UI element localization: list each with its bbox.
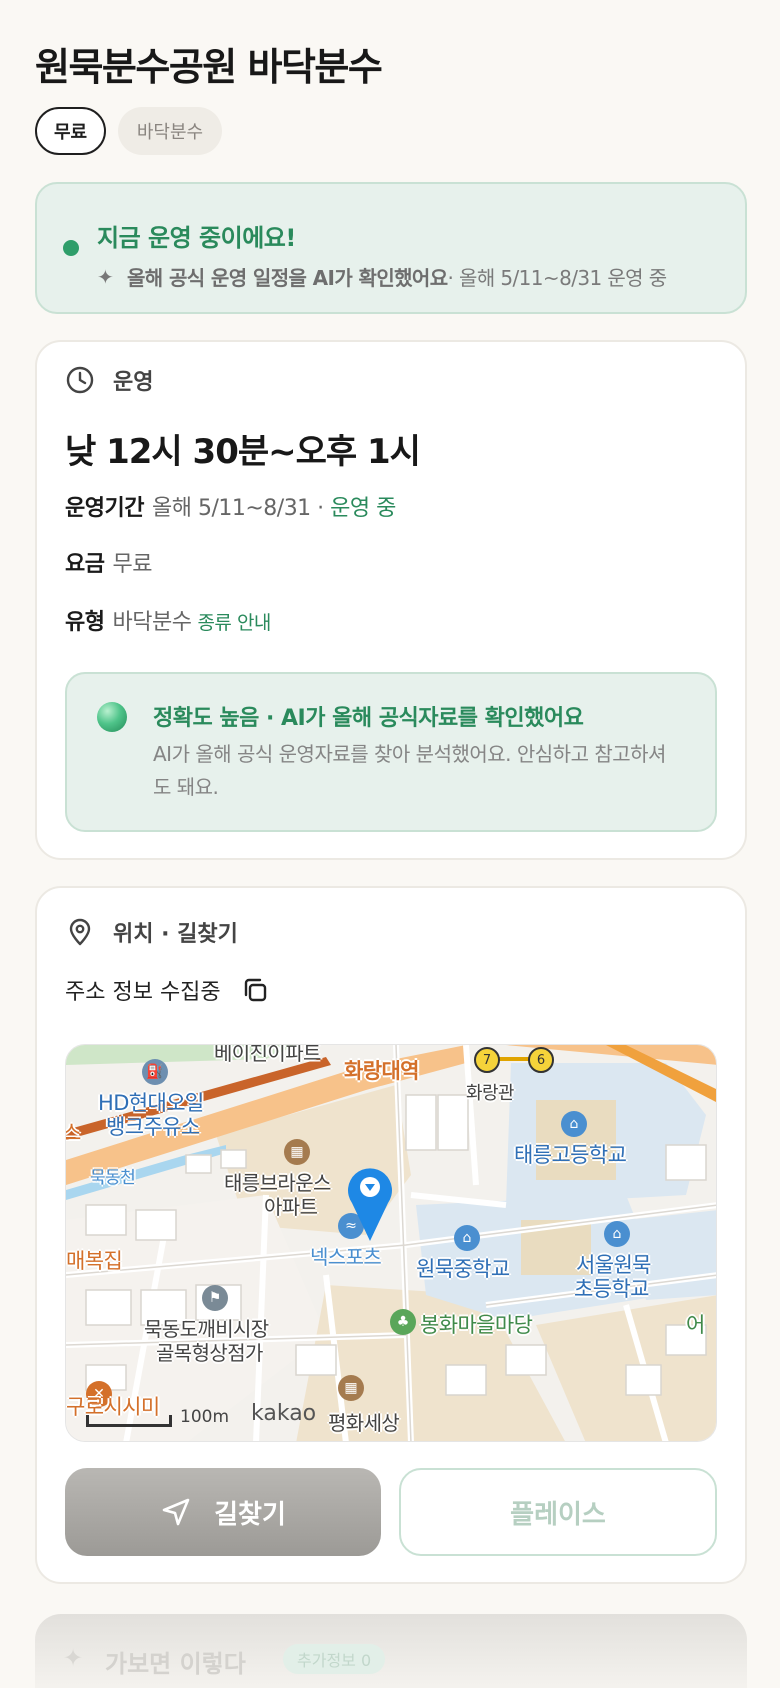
place-button[interactable]: 플레이스 <box>399 1468 717 1556</box>
map-label-hwarang: 화랑관 <box>466 1083 514 1104</box>
map-label-market2: 골목형상점가 <box>156 1341 263 1365</box>
fee-label: 요금 <box>65 552 105 577</box>
map-label-left-cut: 스 <box>66 1117 81 1147</box>
map-scale-label: 100m <box>180 1407 230 1427</box>
period-row: 운영기간 올해 5/11~8/31 · 운영 중 <box>65 490 396 522</box>
chip-type[interactable]: 바닥분수 <box>118 107 222 155</box>
type-label: 유형 <box>65 610 105 635</box>
location-card: 위치 · 길찾기 주소 정보 수집중 베이진이파트 화랑대역 화랑관 7 6 ⛽… <box>35 886 747 1584</box>
map-label-school2: 원묵중학교 <box>416 1257 510 1281</box>
ai-accuracy-title: 정확도 높음 · AI가 올해 공식자료를 확인했어요 <box>153 706 584 731</box>
subway-line-6-icon: 6 <box>528 1047 554 1073</box>
next-section-card: ✦ 가보면 이렇다 추가정보 0 <box>35 1614 747 1688</box>
period-status: 운영 중 <box>330 496 396 521</box>
chip-free[interactable]: 무료 <box>35 107 106 155</box>
next-section-title: 가보면 이렇다 <box>105 1650 246 1678</box>
status-banner: 지금 운영 중이에요! ✦ 올해 공식 운영 일정을 AI가 확인했어요 · 올… <box>35 182 747 314</box>
address-row: 주소 정보 수집중 <box>65 974 269 1006</box>
clock-icon <box>66 366 94 394</box>
type-value: 바닥분수 <box>112 610 192 635</box>
map-view[interactable]: 베이진이파트 화랑대역 화랑관 7 6 ⛽ HD현대오일 뱅크주유소 스 묵동천… <box>65 1044 717 1442</box>
sparkle-icon: ✦ <box>97 264 114 289</box>
period-label: 운영기간 <box>65 496 144 521</box>
apartment-icon: ▦ <box>284 1139 310 1165</box>
map-label-nexsports: 넥스포츠 <box>310 1245 382 1269</box>
school-icon-2: ⌂ <box>454 1225 480 1251</box>
map-label-right-cut: 어 <box>686 1313 705 1337</box>
operation-heading: 운영 <box>65 364 153 396</box>
status-subtitle: ✦ 올해 공식 운영 일정을 AI가 확인했어요 · 올해 5/11~8/31 … <box>97 262 667 291</box>
school-icon-3: ⌂ <box>604 1221 630 1247</box>
page-title: 원묵분수공원 바닥분수 <box>35 45 383 89</box>
park-tree-icon: ♣ <box>390 1309 416 1335</box>
map-label-apt2: 아파트 <box>264 1195 318 1219</box>
school-icon-1: ⌂ <box>561 1111 587 1137</box>
location-pin-icon <box>69 918 91 946</box>
ai-accuracy-box: 정확도 높음 · AI가 올해 공식자료를 확인했어요 AI가 올해 공식 운영… <box>65 672 717 832</box>
location-heading-label: 위치 · 길찾기 <box>113 922 238 947</box>
ai-accuracy-desc: AI가 올해 공식 운영자료를 찾아 분석했어요. 안심하고 참고하셔도 돼요. <box>153 742 666 799</box>
copy-icon[interactable] <box>241 976 269 1004</box>
next-section-badge: 추가정보 0 <box>283 1644 386 1674</box>
period-value: 올해 5/11~8/31 · <box>151 496 331 521</box>
operation-heading-label: 운영 <box>113 370 154 395</box>
status-sub-bold: 올해 공식 운영 일정을 AI가 확인했어요 <box>127 266 448 290</box>
gas-station-icon: ⛽ <box>142 1059 168 1085</box>
map-label-school3b: 초등학교 <box>574 1277 649 1301</box>
ai-orb-icon <box>97 702 127 732</box>
status-dot <box>63 240 79 256</box>
subway-line-7-icon: 7 <box>474 1047 500 1073</box>
map-label-maebok: 매복집 <box>66 1249 123 1273</box>
operation-card: 운영 낮 12시 30분~오후 1시 운영기간 올해 5/11~8/31 · 운영… <box>35 340 747 860</box>
page: 원묵분수공원 바닥분수 무료 바닥분수 지금 운영 중이에요! ✦ 올해 공식 … <box>0 0 780 1688</box>
map-label-stream: 묵동천 <box>90 1168 136 1188</box>
map-scale-bar <box>86 1415 172 1427</box>
fee-row: 요금 무료 <box>65 546 152 578</box>
status-sub-rest: · 올해 5/11~8/31 운영 중 <box>447 266 668 290</box>
map-scale: 100m <box>86 1407 229 1427</box>
map-provider-logo: kakao <box>251 1401 317 1426</box>
location-heading: 위치 · 길찾기 <box>65 916 238 948</box>
apartment-icon-2: ▦ <box>338 1375 364 1401</box>
navigation-arrow-icon <box>162 1498 190 1526</box>
map-label-park: 봉화마을마당 <box>420 1313 533 1337</box>
route-button[interactable]: 길찾기 <box>65 1468 381 1556</box>
fee-value: 무료 <box>112 552 152 577</box>
type-guide-link[interactable]: 종류 안내 <box>197 612 271 634</box>
type-row: 유형 바닥분수 종류 안내 <box>65 604 271 636</box>
status-title: 지금 운영 중이에요! <box>97 224 296 252</box>
operation-time: 낮 12시 30분~오후 1시 <box>65 432 421 472</box>
route-button-label: 길찾기 <box>214 1499 286 1530</box>
map-label-oil2: 뱅크주유소 <box>106 1115 200 1139</box>
map-label-school1: 태릉고등학교 <box>514 1143 627 1167</box>
address-text: 주소 정보 수집중 <box>65 980 221 1005</box>
map-label-top: 베이진이파트 <box>214 1044 321 1065</box>
sparkle-icon-2: ✦ <box>63 1644 84 1672</box>
map-label-bottom-mid: 평화세상 <box>328 1411 400 1435</box>
market-flag-icon: ⚑ <box>202 1285 228 1311</box>
map-label-station: 화랑대역 <box>344 1059 419 1083</box>
